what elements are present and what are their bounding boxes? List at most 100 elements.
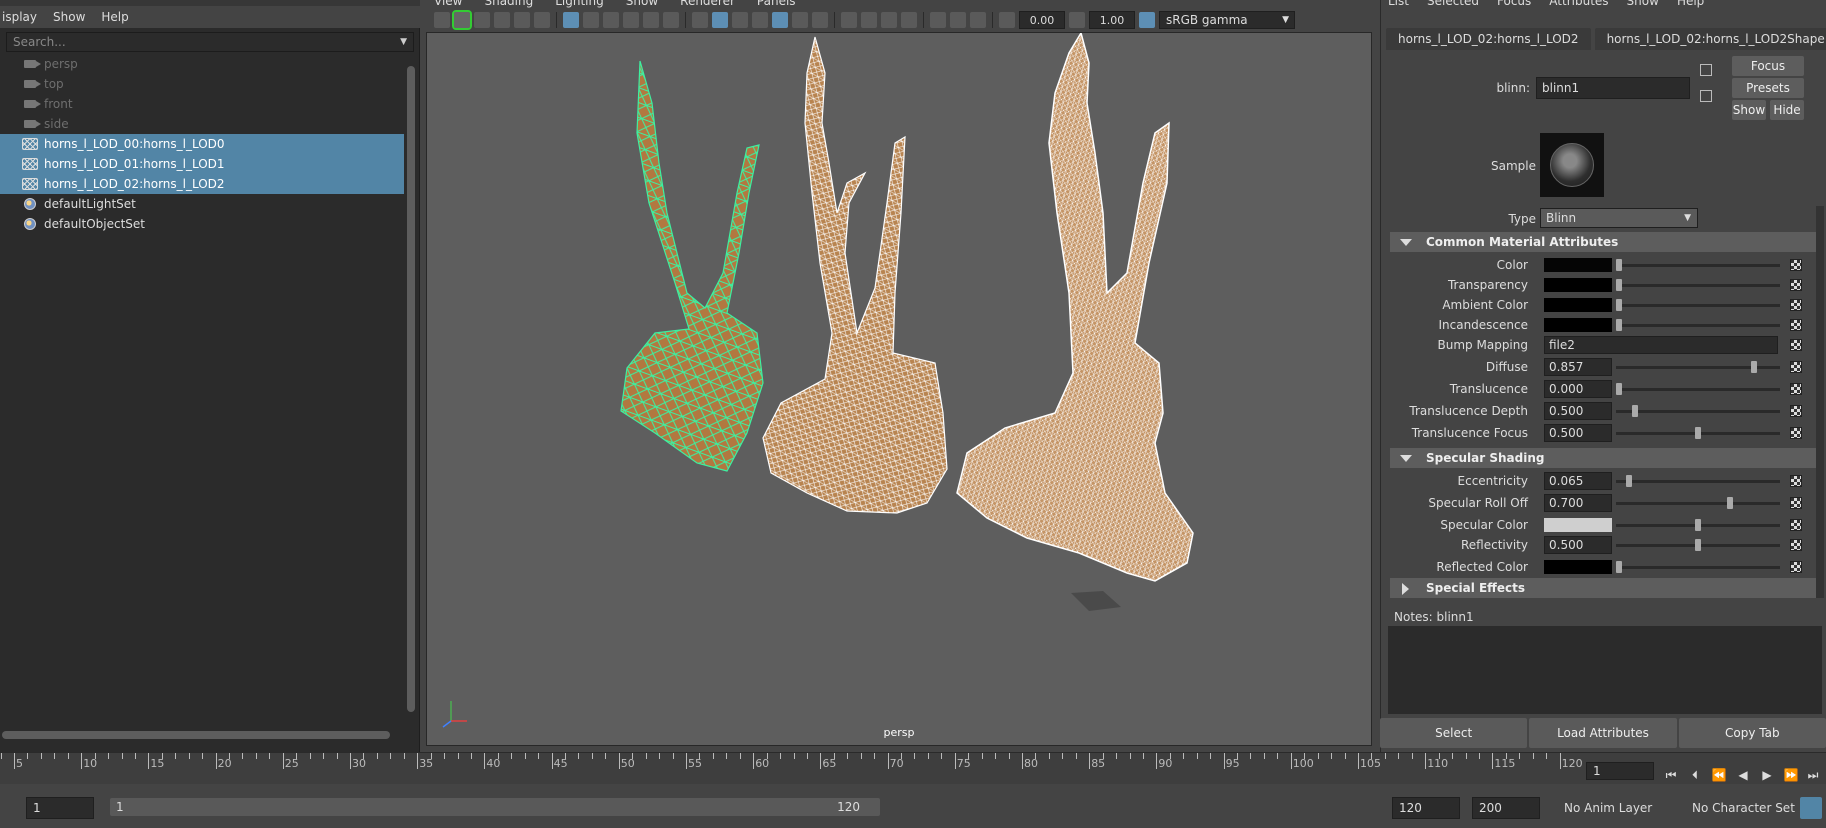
slider-knob[interactable] [1616,259,1622,271]
color-swatch[interactable] [1544,518,1612,532]
slider-knob[interactable] [1616,279,1622,291]
safe-action-icon[interactable] [663,12,679,28]
time-slider[interactable]: 5 10 15 20 25 30 35 40 45 50 55 60 65 70 75 80 85 90 95 100… [0,752,1826,784]
map-button-icon[interactable] [1790,519,1802,531]
viewport-menu-renderer[interactable]: Renderer [680,0,735,8]
outliner-item-front[interactable]: front [0,94,404,114]
gamma-icon[interactable] [1069,12,1085,28]
motion-blur-icon[interactable] [861,12,877,28]
node-input-icon[interactable] [1700,64,1712,76]
slider-knob[interactable] [1616,383,1622,395]
slider-knob[interactable] [1695,519,1701,531]
color-swatch[interactable] [1544,258,1612,272]
viewport-menu-lighting[interactable]: Lighting [555,0,604,8]
select-button[interactable]: Select [1380,718,1528,748]
attr-slider[interactable] [1616,279,1780,291]
slider-knob[interactable] [1616,299,1622,311]
attr-slider[interactable] [1616,319,1780,331]
outliner-menu-help[interactable]: Help [101,10,128,24]
slider-knob[interactable] [1695,539,1701,551]
outliner-vertical-scrollbar[interactable] [404,54,418,726]
play-forwards-icon[interactable]: ▶ [1760,768,1774,782]
3d-viewport[interactable] [426,31,1372,746]
viewport-menu-panels[interactable]: Panels [757,0,796,8]
horns-lod1-mesh[interactable] [762,36,948,514]
resolution-gate-icon[interactable] [603,12,619,28]
anti-aliasing-icon[interactable] [881,12,897,28]
tab-shape[interactable]: horns_l_LOD_02:horns_l_LOD2Shape [1594,28,1826,50]
attr-number-field[interactable]: 0.500 [1544,424,1612,442]
color-management-icon[interactable] [1139,12,1155,28]
isolate-select-icon[interactable] [930,12,946,28]
map-button-icon[interactable] [1790,299,1802,311]
slider-knob[interactable] [1727,497,1733,509]
map-button-icon[interactable] [1790,561,1802,573]
select-camera-icon[interactable] [434,12,450,28]
exposure-field[interactable]: 0.00 [1019,11,1065,29]
outliner-item-top[interactable]: top [0,74,404,94]
map-button-icon[interactable] [1790,427,1802,439]
grid-icon[interactable] [563,12,579,28]
wireframe-icon[interactable] [692,12,708,28]
outliner-menu-display[interactable]: isplay [2,10,37,24]
attr-number-field[interactable]: 0.857 [1544,358,1612,376]
lights-icon[interactable] [732,12,748,28]
map-button-icon[interactable] [1790,383,1802,395]
exposure-icon[interactable] [999,12,1015,28]
step-back-icon[interactable]: ⏴ [1688,768,1702,782]
attr-slider[interactable] [1616,539,1780,551]
focus-button[interactable]: Focus [1732,56,1804,76]
field-chart-icon[interactable] [643,12,659,28]
outliner-item-lod2[interactable]: horns_l_LOD_02:horns_l_LOD2 [0,174,404,194]
attr-slider[interactable] [1616,383,1780,395]
map-button-icon[interactable] [1790,475,1802,487]
ae-menu-selected[interactable]: Selected [1427,0,1479,8]
horns-lod2-mesh[interactable] [956,31,1194,582]
color-swatch[interactable] [1544,318,1612,332]
gate-mask-icon[interactable] [623,12,639,28]
special-effects-header[interactable]: Special Effects [1390,578,1816,598]
anim-layer-select[interactable]: No Anim Layer [1558,797,1672,819]
outliner-menu-show[interactable]: Show [53,10,85,24]
type-select[interactable]: Blinn ▼ [1540,208,1698,228]
map-button-icon[interactable] [1790,279,1802,291]
play-backwards-icon[interactable]: ◀ [1736,768,1750,782]
map-button-icon[interactable] [1790,405,1802,417]
camera-attributes-icon[interactable] [452,10,472,30]
viewport-menu-shading[interactable]: Shading [484,0,533,8]
step-forward-key-icon[interactable]: ⏩ [1784,768,1799,782]
load-attributes-button[interactable]: Load Attributes [1529,718,1677,748]
attr-slider[interactable] [1616,475,1780,487]
end-time-field[interactable]: 120 [1392,797,1460,819]
slider-knob[interactable] [1626,475,1632,487]
go-to-start-icon[interactable]: ⏮ [1664,768,1678,782]
range-slider[interactable]: 1 120 [110,798,880,816]
outliner-item-default-light-set[interactable]: defaultLightSet [0,194,404,214]
attr-slider[interactable] [1616,561,1780,573]
tab-transform[interactable]: horns_l_LOD_02:horns_l_LOD2 [1386,28,1591,50]
map-button-icon[interactable] [1790,539,1802,551]
outliner-search-input[interactable]: Search... ▼ [6,32,414,52]
attr-number-field[interactable]: 0.065 [1544,472,1612,490]
common-material-attributes-header[interactable]: Common Material Attributes [1390,232,1816,252]
film-gate-icon[interactable] [583,12,599,28]
specular-shading-header[interactable]: Specular Shading [1390,448,1816,468]
attr-number-field[interactable]: 0.500 [1544,402,1612,420]
outliner-item-side[interactable]: side [0,114,404,134]
bookmark-icon[interactable] [474,12,490,28]
ae-menu-attributes[interactable]: Attributes [1549,0,1608,8]
attr-slider[interactable] [1616,519,1780,531]
horns-lod0-mesh[interactable] [620,60,764,472]
chevron-down-icon[interactable]: ▼ [400,37,407,47]
slider-knob[interactable] [1632,405,1638,417]
depth-of-field-icon[interactable] [901,12,917,28]
attr-slider[interactable] [1616,427,1780,439]
viewport-menu-show[interactable]: Show [626,0,658,8]
wireframe-on-shaded-icon[interactable] [752,12,768,28]
grease-pencil-icon[interactable] [534,12,550,28]
ae-menu-show[interactable]: Show [1627,0,1659,8]
show-button[interactable]: Show [1732,100,1766,120]
attr-number-field[interactable]: 0.000 [1544,380,1612,398]
slider-knob[interactable] [1616,561,1622,573]
slider-knob[interactable] [1616,319,1622,331]
